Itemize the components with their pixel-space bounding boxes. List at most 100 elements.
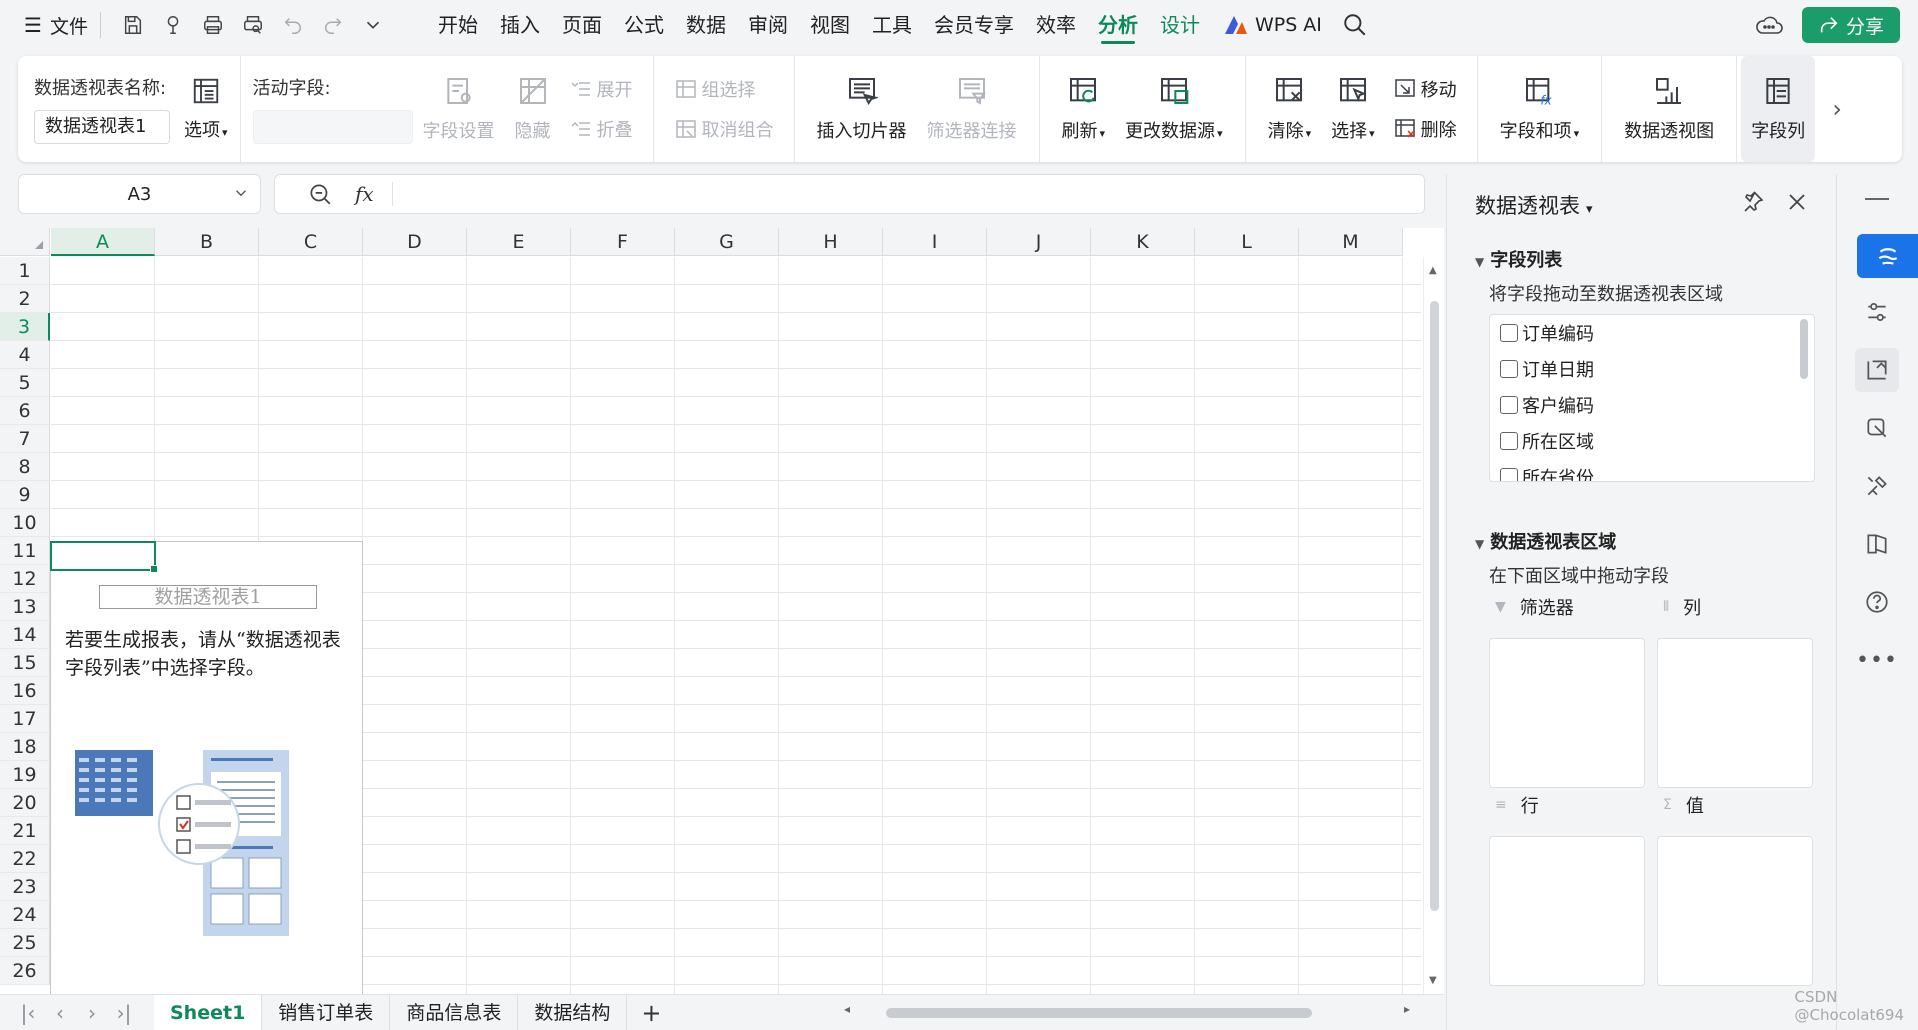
field-item[interactable]: 订单日期 bbox=[1490, 351, 1814, 387]
clear-button[interactable]: 清除 ▾ bbox=[1258, 56, 1322, 162]
undo-icon[interactable] bbox=[273, 8, 313, 42]
tab-efficiency[interactable]: 效率 bbox=[1025, 0, 1087, 50]
scroll-up-icon[interactable]: ▲ bbox=[1429, 265, 1437, 276]
tab-data[interactable]: 数据 bbox=[675, 0, 737, 50]
row-header[interactable]: 9 bbox=[0, 481, 50, 509]
row-header[interactable]: 14 bbox=[0, 621, 50, 649]
field-checkbox[interactable] bbox=[1500, 468, 1518, 481]
row-header[interactable]: 15 bbox=[0, 649, 50, 677]
sliders-icon[interactable] bbox=[1855, 290, 1899, 334]
filter-connection-button[interactable]: 筛选器连接 bbox=[917, 56, 1027, 162]
sheet-tab-sales-orders[interactable]: 销售订单表 bbox=[262, 994, 391, 1030]
field-item[interactable]: 订单编码 bbox=[1490, 315, 1814, 351]
scroll-left-icon[interactable]: ◂ bbox=[844, 1002, 850, 1016]
row-header[interactable]: 20 bbox=[0, 789, 50, 817]
field-item[interactable]: 所在区域 bbox=[1490, 423, 1814, 459]
next-sheet-icon[interactable]: › bbox=[76, 1001, 108, 1025]
row-header[interactable]: 1 bbox=[0, 257, 50, 285]
scroll-down-icon[interactable]: ▼ bbox=[1429, 975, 1437, 986]
columns-drop-area[interactable] bbox=[1657, 638, 1813, 788]
pivot-chart-button[interactable]: 数据透视图 bbox=[1614, 56, 1724, 162]
tab-tools[interactable]: 工具 bbox=[861, 0, 923, 50]
column-header[interactable]: J bbox=[987, 228, 1091, 256]
active-cell-selection[interactable] bbox=[50, 541, 158, 573]
prev-sheet-icon[interactable]: ‹ bbox=[44, 1001, 76, 1025]
pivot-name-input[interactable]: 数据透视表1 bbox=[34, 110, 170, 144]
tab-view[interactable]: 视图 bbox=[799, 0, 861, 50]
tools-icon[interactable] bbox=[1855, 464, 1899, 508]
horizontal-scroll-thumb[interactable] bbox=[886, 1008, 1312, 1018]
print-icon[interactable] bbox=[193, 8, 233, 42]
row-header[interactable]: 11 bbox=[0, 537, 50, 565]
column-header[interactable]: A bbox=[51, 228, 155, 256]
field-checkbox[interactable] bbox=[1500, 432, 1518, 450]
row-header[interactable]: 21 bbox=[0, 817, 50, 845]
close-icon[interactable] bbox=[1785, 190, 1809, 214]
ai-assistant-icon[interactable] bbox=[1857, 234, 1918, 278]
first-sheet-icon[interactable]: |‹ bbox=[12, 1001, 44, 1025]
insert-slicer-button[interactable]: 插入切片器 bbox=[807, 56, 917, 162]
fields-items-button[interactable]: fx 字段和项 ▾ bbox=[1490, 56, 1590, 162]
field-list-box[interactable]: 订单编码 订单日期 客户编码 所在区域 所在省份 bbox=[1489, 314, 1815, 482]
row-header[interactable]: 18 bbox=[0, 733, 50, 761]
column-header[interactable]: I bbox=[883, 228, 987, 256]
row-header[interactable]: 6 bbox=[0, 397, 50, 425]
pivot-options-icon[interactable] bbox=[191, 76, 221, 106]
row-header[interactable]: 22 bbox=[0, 845, 50, 873]
column-header[interactable]: C bbox=[259, 228, 363, 256]
cloud-icon[interactable] bbox=[1754, 12, 1784, 38]
row-header[interactable]: 24 bbox=[0, 901, 50, 929]
panel-title[interactable]: 数据透视表 ▾ bbox=[1475, 190, 1593, 220]
column-header[interactable]: E bbox=[467, 228, 571, 256]
row-header[interactable]: 5 bbox=[0, 369, 50, 397]
vertical-scrollbar[interactable]: ▲ ▼ bbox=[1423, 257, 1444, 994]
name-box[interactable]: A3 bbox=[18, 174, 261, 214]
tab-page[interactable]: 页面 bbox=[551, 0, 613, 50]
row-header[interactable]: 8 bbox=[0, 453, 50, 481]
book-icon[interactable] bbox=[1855, 522, 1899, 566]
field-settings-button[interactable]: 字段设置 bbox=[413, 56, 505, 162]
last-sheet-icon[interactable]: ›| bbox=[108, 1001, 140, 1025]
row-header[interactable]: 23 bbox=[0, 873, 50, 901]
sheet-tab-sheet1[interactable]: Sheet1 bbox=[154, 994, 263, 1030]
field-list-scrollbar[interactable] bbox=[1800, 319, 1808, 379]
wps-ai-button[interactable]: WPS AI bbox=[1223, 14, 1322, 36]
search-icon[interactable] bbox=[1342, 12, 1368, 38]
row-header[interactable]: 25 bbox=[0, 929, 50, 957]
select-all-corner[interactable] bbox=[0, 228, 50, 256]
row-header[interactable]: 16 bbox=[0, 677, 50, 705]
more-icon[interactable]: ••• bbox=[1855, 638, 1899, 682]
row-header[interactable]: 26 bbox=[0, 957, 50, 985]
areas-section-title[interactable]: ▼ 数据透视表区域 bbox=[1475, 528, 1616, 554]
add-sheet-button[interactable]: + bbox=[641, 999, 661, 1027]
row-header[interactable]: 2 bbox=[0, 285, 50, 313]
print-preview-icon[interactable] bbox=[233, 8, 273, 42]
column-header[interactable]: K bbox=[1091, 228, 1195, 256]
field-list-section-title[interactable]: ▼ 字段列表 bbox=[1475, 246, 1562, 272]
share-button[interactable]: 分享 bbox=[1801, 7, 1900, 43]
column-header[interactable]: F bbox=[571, 228, 675, 256]
delete-button[interactable]: 删除 bbox=[1393, 116, 1457, 142]
pivot-table-placeholder[interactable]: 数据透视表1 若要生成报表，请从“数据透视表字段列表”中选择字段。 bbox=[50, 541, 363, 994]
fx-icon[interactable]: fx bbox=[355, 182, 374, 206]
hide-button[interactable]: 隐藏 bbox=[505, 56, 561, 162]
save-icon[interactable] bbox=[113, 8, 153, 42]
style-icon[interactable] bbox=[1855, 406, 1899, 450]
file-menu[interactable]: ☰ 文件 bbox=[24, 12, 88, 39]
field-checkbox[interactable] bbox=[1500, 396, 1518, 414]
tab-member[interactable]: 会员专享 bbox=[923, 0, 1025, 50]
minimize-icon[interactable] bbox=[1865, 198, 1889, 200]
values-drop-area[interactable] bbox=[1657, 836, 1813, 986]
field-list-button[interactable]: 字段列 bbox=[1741, 56, 1816, 162]
field-item[interactable]: 所在省份 bbox=[1490, 459, 1814, 481]
redo-icon[interactable] bbox=[313, 8, 353, 42]
filter-drop-area[interactable] bbox=[1489, 638, 1645, 788]
column-header[interactable]: B bbox=[155, 228, 259, 256]
change-source-button[interactable]: 更改数据源 ▾ bbox=[1115, 56, 1233, 162]
help-icon[interactable] bbox=[1855, 580, 1899, 624]
row-header[interactable]: 19 bbox=[0, 761, 50, 789]
field-checkbox[interactable] bbox=[1500, 324, 1518, 342]
zoom-icon[interactable] bbox=[307, 181, 333, 207]
row-header[interactable]: 7 bbox=[0, 425, 50, 453]
horizontal-scrollbar[interactable]: ◂ ▸ bbox=[842, 1002, 1412, 1019]
